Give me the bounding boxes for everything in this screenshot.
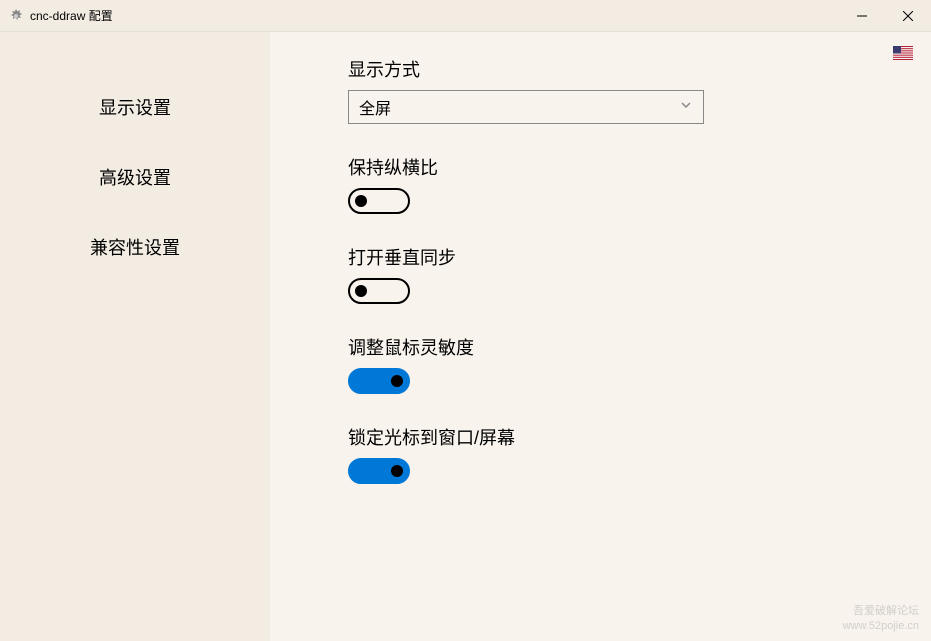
language-flag-icon[interactable] bbox=[893, 46, 913, 60]
display-mode-label: 显示方式 bbox=[348, 56, 883, 82]
main-panel: 显示方式 全屏 保持纵横比 打开垂直同步 调整鼠标灵敏度 bbox=[270, 32, 931, 641]
app-icon bbox=[8, 8, 24, 24]
window-title: cnc-ddraw 配置 bbox=[30, 7, 839, 24]
setting-mouse-sensitivity: 调整鼠标灵敏度 bbox=[348, 334, 883, 394]
vsync-toggle[interactable] bbox=[348, 278, 410, 304]
sidebar: 显示设置 高级设置 兼容性设置 bbox=[0, 32, 270, 641]
display-mode-value: 全屏 bbox=[359, 95, 679, 119]
lock-cursor-toggle[interactable] bbox=[348, 458, 410, 484]
watermark-line2: www.52pojie.cn bbox=[843, 619, 919, 633]
sidebar-item-compatibility[interactable]: 兼容性设置 bbox=[0, 220, 270, 274]
aspect-ratio-toggle[interactable] bbox=[348, 188, 410, 214]
watermark-line1: 吾爱破解论坛 bbox=[843, 604, 919, 618]
vsync-label: 打开垂直同步 bbox=[348, 244, 883, 270]
content-area: 显示设置 高级设置 兼容性设置 显示方式 全屏 bbox=[0, 32, 931, 641]
aspect-ratio-label: 保持纵横比 bbox=[348, 154, 883, 180]
titlebar: cnc-ddraw 配置 bbox=[0, 0, 931, 32]
display-mode-select[interactable]: 全屏 bbox=[348, 90, 704, 124]
window-controls bbox=[839, 0, 931, 32]
toggle-knob bbox=[391, 375, 403, 387]
mouse-sensitivity-label: 调整鼠标灵敏度 bbox=[348, 334, 883, 360]
toggle-knob bbox=[355, 285, 367, 297]
setting-vsync: 打开垂直同步 bbox=[348, 244, 883, 304]
setting-aspect-ratio: 保持纵横比 bbox=[348, 154, 883, 214]
sidebar-item-display[interactable]: 显示设置 bbox=[0, 80, 270, 134]
toggle-knob bbox=[391, 465, 403, 477]
setting-display-mode: 显示方式 全屏 bbox=[348, 56, 883, 124]
minimize-button[interactable] bbox=[839, 0, 885, 32]
toggle-knob bbox=[355, 195, 367, 207]
chevron-down-icon bbox=[679, 98, 693, 117]
watermark: 吾爱破解论坛 www.52pojie.cn bbox=[843, 604, 919, 633]
setting-lock-cursor: 锁定光标到窗口/屏幕 bbox=[348, 424, 883, 484]
sidebar-item-advanced[interactable]: 高级设置 bbox=[0, 150, 270, 204]
mouse-sensitivity-toggle[interactable] bbox=[348, 368, 410, 394]
lock-cursor-label: 锁定光标到窗口/屏幕 bbox=[348, 424, 883, 450]
close-button[interactable] bbox=[885, 0, 931, 32]
